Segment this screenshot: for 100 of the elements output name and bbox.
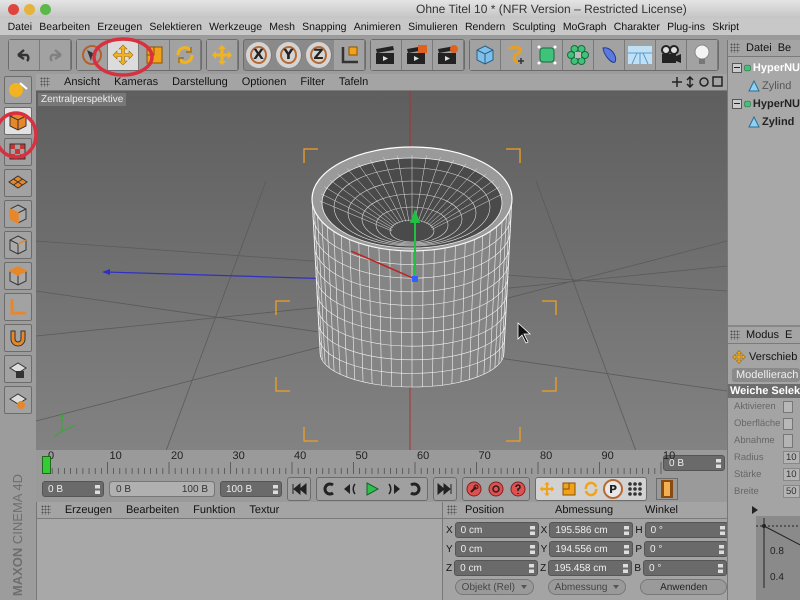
position-field[interactable]: 0 cm bbox=[454, 541, 539, 557]
subdivision-cube-button[interactable] bbox=[532, 40, 563, 70]
field-label: Breite bbox=[734, 486, 760, 497]
play-icon bbox=[364, 482, 380, 496]
number-field[interactable]: 50 bbox=[783, 485, 800, 498]
render-settings-button[interactable] bbox=[433, 40, 464, 70]
menu-item[interactable]: Mesh bbox=[266, 20, 299, 32]
end-frame-field[interactable]: 100 B bbox=[220, 481, 282, 498]
viewport-menu-item[interactable]: Kameras bbox=[114, 76, 158, 88]
menu-item[interactable]: Charakter bbox=[610, 20, 664, 32]
expand-arrow-icon[interactable] bbox=[752, 506, 758, 514]
menu-item[interactable]: Simulieren bbox=[404, 20, 462, 32]
menu-item[interactable]: Datei bbox=[4, 20, 36, 32]
ruler-label: 90 bbox=[602, 450, 614, 462]
cube-button[interactable] bbox=[470, 40, 501, 70]
cube-icon bbox=[7, 203, 29, 225]
menu-item[interactable]: Plug-ins bbox=[663, 20, 709, 32]
close-button[interactable] bbox=[8, 4, 19, 14]
viewport-navigation-icon[interactable] bbox=[671, 76, 723, 88]
parameter-key-button[interactable]: P bbox=[603, 479, 623, 500]
menu-item[interactable]: Bearbeiten bbox=[36, 20, 94, 32]
axis-lock-button[interactable]: Y bbox=[276, 42, 302, 68]
tweak-mode-button[interactable] bbox=[4, 386, 32, 414]
frame-range-slider[interactable]: 0 B 100 B bbox=[109, 481, 215, 498]
angle-field[interactable]: 0 ° bbox=[644, 522, 729, 538]
axis-label: P bbox=[635, 544, 642, 554]
start-frame-field[interactable]: 0 B bbox=[42, 481, 104, 498]
viewport-menu-item[interactable]: Ansicht bbox=[64, 76, 100, 88]
key-icon bbox=[466, 481, 482, 498]
angle-field[interactable]: 0 ° bbox=[644, 541, 728, 557]
checkbox[interactable] bbox=[783, 400, 793, 412]
timeline-window-button[interactable] bbox=[656, 478, 678, 500]
cylinder-object-icon bbox=[748, 80, 760, 92]
falloff-graph[interactable]: 0.8 0.4 bbox=[756, 516, 800, 600]
field-label: Aktivieren bbox=[734, 401, 777, 412]
mode-dropdown[interactable]: Abmessung bbox=[548, 579, 626, 595]
skip-back-icon bbox=[291, 483, 307, 496]
menu-item[interactable]: Animieren bbox=[350, 20, 405, 32]
viewport-menu-item[interactable]: Filter bbox=[300, 76, 325, 88]
workplane-grid-button[interactable] bbox=[4, 169, 32, 197]
menu-item[interactable]: Selektieren bbox=[146, 20, 206, 32]
object-menu-item[interactable]: Be bbox=[778, 42, 792, 54]
number-field[interactable]: 10 bbox=[783, 468, 800, 481]
snap-magnet-button[interactable] bbox=[4, 324, 32, 352]
range-end-label: 100 B bbox=[182, 484, 208, 495]
move-tool-button[interactable] bbox=[108, 40, 139, 70]
light-button[interactable] bbox=[687, 40, 718, 70]
attribute-menu-item[interactable]: E bbox=[785, 329, 792, 341]
viewport-menu-item[interactable]: Optionen bbox=[242, 76, 286, 88]
camera-button[interactable] bbox=[656, 40, 687, 70]
checkbox[interactable] bbox=[783, 418, 793, 430]
undo-button[interactable] bbox=[9, 40, 40, 70]
coordinate-system-button[interactable] bbox=[334, 40, 365, 70]
cloner-button[interactable] bbox=[563, 40, 594, 70]
collapse-icon[interactable] bbox=[732, 63, 742, 73]
material-menu-item[interactable]: Erzeugen bbox=[64, 504, 112, 516]
apply-button[interactable]: Anwenden bbox=[640, 579, 727, 595]
cube-icon bbox=[7, 234, 29, 256]
size-field[interactable]: 195.458 cm bbox=[548, 560, 632, 576]
viewport-menu-item[interactable]: Tafeln bbox=[338, 76, 368, 88]
angle-field[interactable]: 0 ° bbox=[642, 560, 727, 576]
object-menu-item[interactable]: Datei bbox=[746, 42, 772, 54]
deformer-button[interactable] bbox=[594, 40, 625, 70]
viewport-menu-item[interactable]: Darstellung bbox=[172, 76, 228, 88]
dropdown-field[interactable] bbox=[783, 434, 793, 448]
camera-label: Zentralperspektive bbox=[38, 93, 126, 106]
menu-item[interactable]: Snapping bbox=[298, 20, 350, 32]
collapse-icon[interactable] bbox=[732, 99, 742, 109]
attribute-menu-item[interactable]: Modus bbox=[746, 329, 780, 341]
axis-lock-button[interactable]: Z bbox=[306, 42, 332, 68]
size-field[interactable]: 195.586 cm bbox=[549, 522, 634, 538]
edges-mode-button[interactable] bbox=[4, 231, 32, 259]
lock-grid-button[interactable] bbox=[4, 355, 32, 383]
step-forward-icon bbox=[386, 483, 402, 496]
film-strip-icon bbox=[660, 479, 674, 500]
object-name[interactable]: HyperNU bbox=[752, 98, 800, 110]
menu-item[interactable]: Erzeugen bbox=[94, 20, 146, 32]
falloff-curve-drawing bbox=[756, 518, 800, 588]
ruler-label: 70 bbox=[478, 450, 491, 462]
points-mode-button[interactable] bbox=[4, 200, 32, 228]
axis-lock-button[interactable]: X bbox=[246, 42, 272, 68]
render-view-button[interactable] bbox=[371, 40, 402, 70]
size-field[interactable]: 194.556 cm bbox=[549, 541, 634, 557]
four-way-arrow-icon bbox=[539, 481, 555, 498]
3d-viewport[interactable]: Zentralperspektive bbox=[36, 91, 727, 450]
material-menu-item[interactable]: Bearbeiten bbox=[126, 504, 180, 516]
material-menu-item[interactable]: Textur bbox=[249, 504, 280, 516]
material-menu-item[interactable]: Funktion bbox=[193, 504, 236, 516]
position-field[interactable]: 0 cm bbox=[454, 560, 538, 576]
render-button[interactable] bbox=[402, 40, 433, 70]
polygons-mode-button[interactable] bbox=[4, 262, 32, 290]
menu-item[interactable]: MoGraph bbox=[559, 20, 610, 32]
position-field[interactable]: 0 cm bbox=[454, 522, 539, 538]
menu-item[interactable]: Sculpting bbox=[508, 20, 560, 32]
object-name[interactable]: Zylind bbox=[762, 116, 794, 128]
number-field[interactable]: 10 bbox=[783, 451, 800, 464]
menu-item[interactable]: Werkzeuge bbox=[206, 20, 266, 32]
menu-item[interactable]: Skript bbox=[708, 20, 743, 32]
workplane-button[interactable] bbox=[4, 76, 32, 104]
menu-item[interactable]: Rendern bbox=[461, 20, 509, 32]
